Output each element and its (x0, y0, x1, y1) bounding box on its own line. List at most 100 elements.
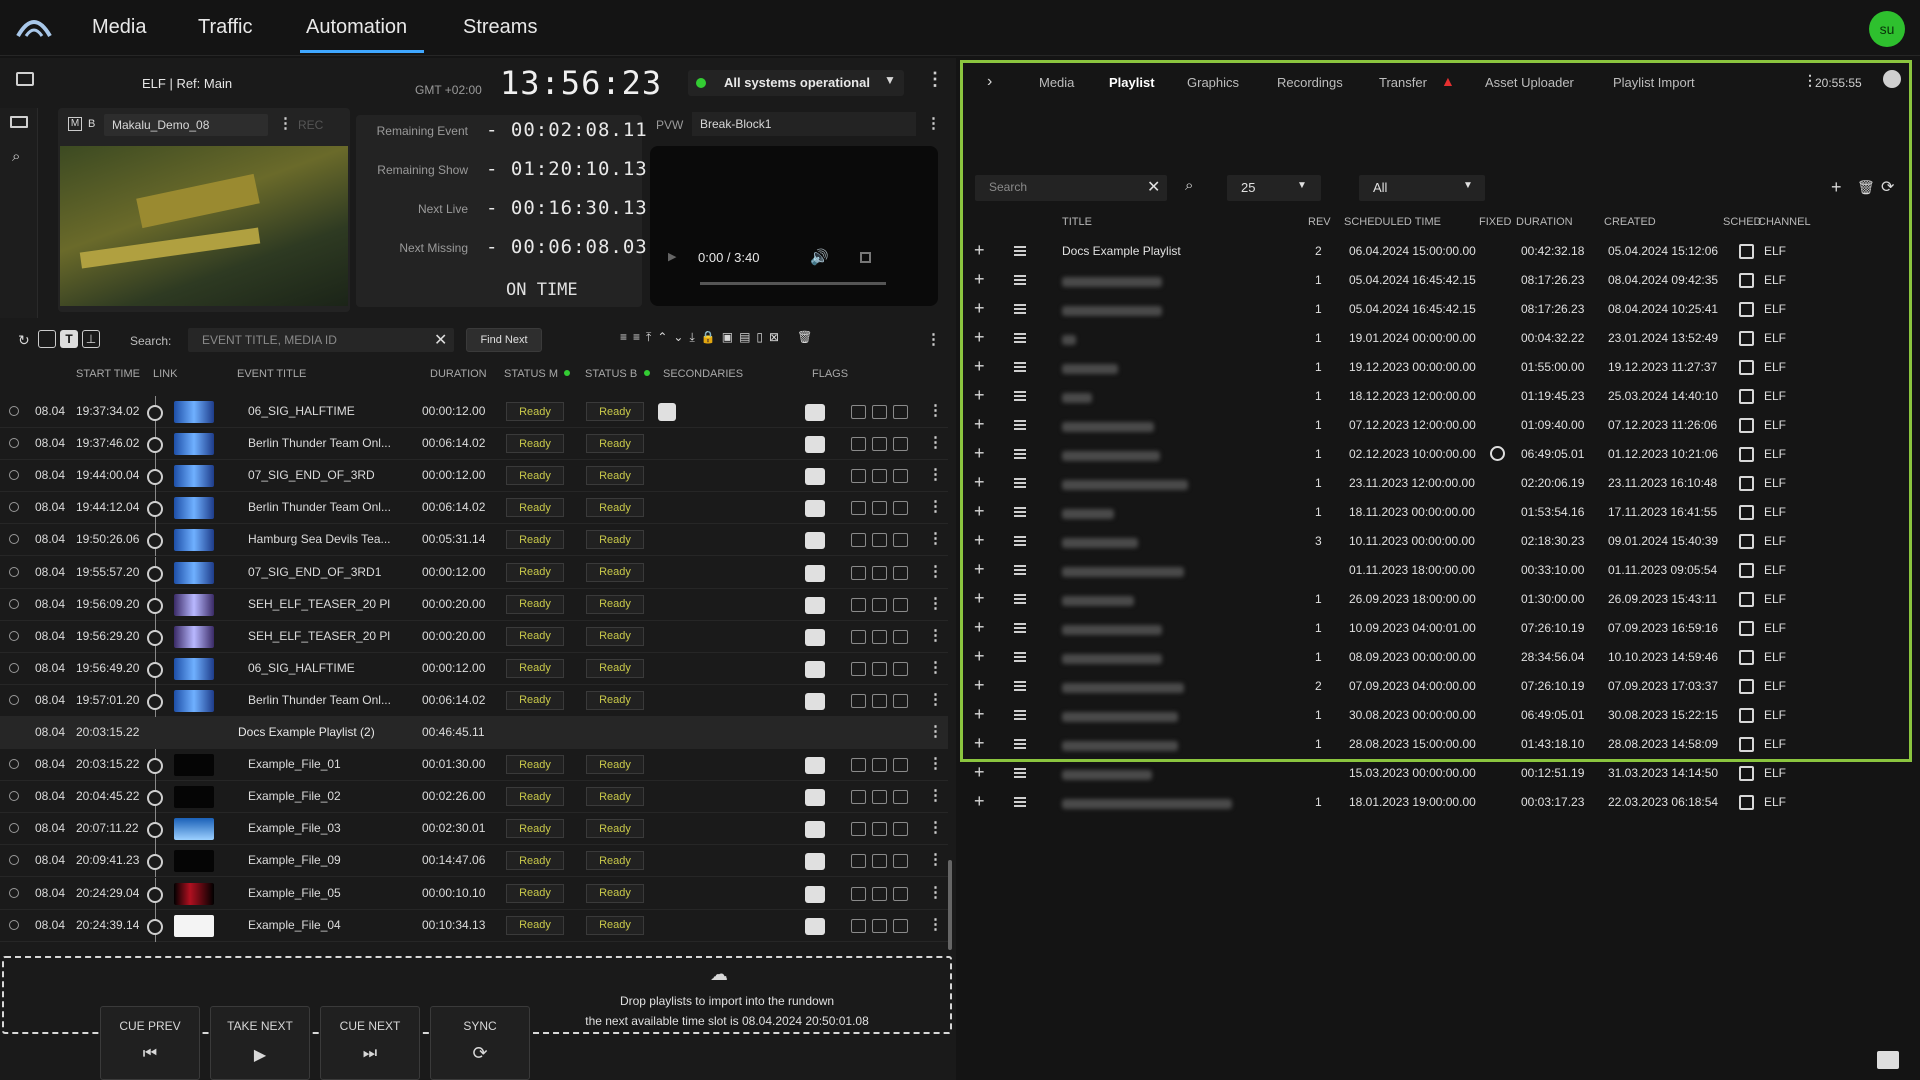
drag-handle-icon[interactable] (1014, 594, 1026, 604)
playlist-row[interactable]: +2 07.09.2023 04:00:00.00 07:26:10.19 07.09… (966, 672, 1906, 701)
playlist-row[interactable]: +1 23.11.2023 12:00:00.00 02:20:06.19 23.11… (966, 469, 1906, 498)
add-icon[interactable]: + (1831, 177, 1842, 198)
flag-split-icon[interactable] (872, 565, 887, 580)
secondary-event-icon[interactable] (658, 403, 676, 421)
drag-handle-icon[interactable] (1014, 768, 1026, 778)
row-state-icon[interactable] (9, 823, 19, 834)
row-menu-icon[interactable]: ⋮ (928, 596, 943, 611)
notes-icon[interactable] (805, 660, 825, 678)
flag-no-video-icon[interactable] (893, 854, 908, 869)
bottom-icon[interactable]: ⤓ (689, 330, 694, 348)
text-filter-icon[interactable]: T (60, 330, 78, 348)
bottom-filter-icon[interactable]: ⊥ (82, 330, 100, 348)
header-scheduled-time[interactable]: SCHEDULED TIME (1344, 216, 1441, 228)
tab-recordings[interactable]: Recordings (1277, 75, 1343, 90)
playlist-row[interactable]: +1 05.04.2024 16:45:42.15 08:17:26.23 08.04… (966, 266, 1906, 295)
row-state-icon[interactable] (9, 887, 19, 898)
flag-split-icon[interactable] (872, 629, 887, 644)
header-created[interactable]: CREATED (1604, 216, 1656, 228)
header-status-m[interactable]: STATUS M (504, 368, 558, 380)
flag-record-icon[interactable] (851, 854, 866, 869)
tab-asset-uploader[interactable]: Asset Uploader (1485, 75, 1574, 90)
add-to-rundown-icon[interactable]: + (974, 762, 985, 783)
flag-record-icon[interactable] (851, 533, 866, 548)
playlist-row[interactable]: +1 30.08.2023 00:00:00.00 06:49:05.01 30.08… (966, 701, 1906, 730)
add-to-rundown-icon[interactable]: + (974, 501, 985, 522)
sched-checkbox[interactable] (1739, 244, 1754, 259)
notes-icon[interactable] (805, 757, 825, 775)
notes-icon[interactable] (805, 692, 825, 710)
sched-checkbox[interactable] (1739, 273, 1754, 288)
playlist-row[interactable]: +1 08.09.2023 00:00:00.00 28:34:56.04 10.10… (966, 643, 1906, 672)
row-menu-icon[interactable]: ⋮ (928, 467, 943, 482)
row-menu-icon[interactable]: ⋮ (928, 660, 943, 675)
row-menu-icon[interactable]: ⋮ (928, 724, 943, 739)
rundown-row[interactable]: 08.04 20:03:15.22 Example_File_01 00:01:30.… (0, 749, 948, 782)
row-state-icon[interactable] (9, 406, 19, 416)
record-icon[interactable]: ▣ (722, 330, 733, 348)
link-node-icon[interactable] (147, 533, 163, 550)
layout-toggle-icon[interactable] (16, 72, 34, 86)
up-icon[interactable]: ⌃ (657, 330, 667, 348)
add-to-rundown-icon[interactable]: + (974, 646, 985, 667)
add-to-rundown-icon[interactable]: + (974, 443, 985, 464)
drag-handle-icon[interactable] (1014, 739, 1026, 749)
add-to-rundown-icon[interactable]: + (974, 472, 985, 493)
rundown-row[interactable]: 08.04 20:24:29.04 Example_File_05 00:00:10.… (0, 877, 948, 910)
flag-split-icon[interactable] (872, 661, 887, 676)
sched-checkbox[interactable] (1739, 621, 1754, 636)
playlist-row[interactable]: +15.03.2023 00:00:00.00 00:12:51.19 31.03.… (966, 759, 1906, 788)
sched-checkbox[interactable] (1739, 476, 1754, 491)
rundown-row[interactable]: 08.04 19:50:26.06 Hamburg Sea Devils Tea..… (0, 524, 948, 557)
rundown-scrollbar[interactable] (948, 860, 952, 950)
playlist-row[interactable]: +1 26.09.2023 18:00:00.00 01:30:00.00 26.09… (966, 585, 1906, 614)
link-node-icon[interactable] (147, 822, 163, 839)
flag-record-icon[interactable] (851, 501, 866, 516)
tab-transfer[interactable]: Transfer (1379, 75, 1427, 90)
rundown-row[interactable]: 08.04 19:37:34.02 06_SIG_HALFTIME 00:00:12.… (0, 396, 948, 428)
nav-media[interactable]: Media (92, 16, 146, 39)
clip-name[interactable]: Makalu_Demo_08 (104, 114, 268, 136)
search-icon[interactable]: ⌕ (12, 148, 20, 165)
flag-no-video-icon[interactable] (893, 469, 908, 484)
drag-handle-icon[interactable] (1014, 304, 1026, 314)
flag-split-icon[interactable] (872, 533, 887, 548)
sched-checkbox[interactable] (1739, 563, 1754, 578)
notes-icon[interactable] (805, 789, 825, 807)
header-title[interactable]: TITLE (1062, 216, 1092, 228)
seek-bar[interactable] (700, 282, 886, 285)
flag-split-icon[interactable] (872, 693, 887, 708)
link-node-icon[interactable] (147, 405, 163, 421)
notes-icon[interactable] (805, 468, 825, 486)
playlist-row[interactable]: +1 19.01.2024 00:00:00.00 00:04:32.22 23.01… (966, 324, 1906, 353)
fullscreen-icon[interactable] (860, 252, 871, 263)
pvw-player[interactable]: ▶ 0:00 / 3:40 🔊 (650, 146, 938, 306)
add-to-rundown-icon[interactable]: + (974, 356, 985, 377)
filter-select[interactable]: All ▼ (1359, 175, 1485, 201)
drag-handle-icon[interactable] (1014, 710, 1026, 720)
flag-split-icon[interactable] (872, 854, 887, 869)
drag-handle-icon[interactable] (1014, 623, 1026, 633)
rundown-row[interactable]: 08.04 20:24:39.14 Example_File_04 00:10:34.… (0, 909, 948, 942)
sched-checkbox[interactable] (1739, 360, 1754, 375)
playlist-search-input[interactable]: Search ✕ (975, 175, 1167, 201)
rundown-row[interactable]: 08.04 20:04:45.22 Example_File_02 00:02:26.… (0, 781, 948, 814)
cancel-icon[interactable]: ⊠ (769, 330, 779, 348)
flag-record-icon[interactable] (851, 822, 866, 837)
camera-off-icon[interactable]: ▤ (739, 330, 750, 348)
drag-handle-icon[interactable] (1014, 681, 1026, 691)
nav-streams[interactable]: Streams (463, 16, 537, 39)
link-node-icon[interactable] (147, 854, 163, 871)
flag-split-icon[interactable] (872, 790, 887, 805)
drag-handle-icon[interactable] (1014, 507, 1026, 517)
notes-icon[interactable] (805, 917, 825, 935)
clip-menu-icon[interactable]: ⋮ (278, 116, 293, 131)
rundown-row[interactable]: 08.04 19:56:29.20 SEH_ELF_TEASER_20 Pl... 0… (0, 620, 948, 653)
sched-checkbox[interactable] (1739, 505, 1754, 520)
link-node-icon[interactable] (147, 629, 163, 646)
sched-checkbox[interactable] (1739, 737, 1754, 752)
sched-checkbox[interactable] (1739, 650, 1754, 665)
flag-record-icon[interactable] (851, 469, 866, 484)
clear-search-icon[interactable]: ✕ (434, 330, 447, 350)
link-node-icon[interactable] (147, 661, 163, 678)
